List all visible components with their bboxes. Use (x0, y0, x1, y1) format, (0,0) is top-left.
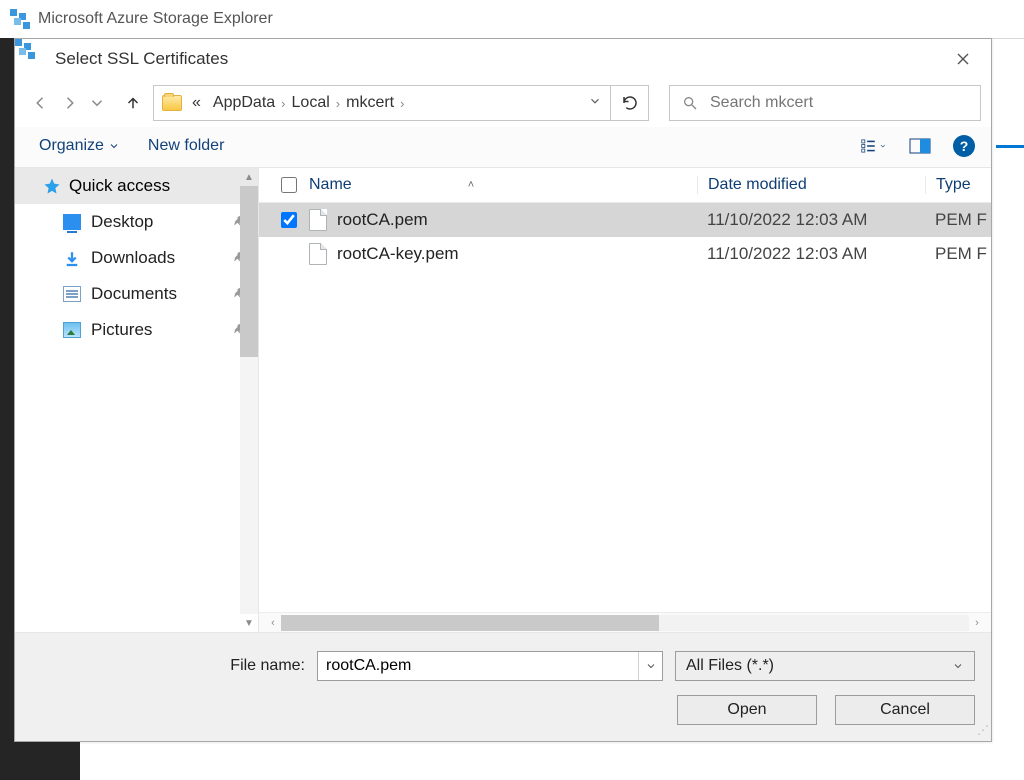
sidebar-scrollbar[interactable]: ▲ ▼ (240, 168, 258, 632)
row-checkbox[interactable] (281, 212, 297, 228)
chevron-down-icon (88, 94, 106, 112)
chevron-down-icon (645, 660, 657, 672)
chevron-left-icon: ‹ (265, 617, 281, 629)
sidebar-item-desktop[interactable]: Desktop (15, 204, 258, 240)
preview-pane-button[interactable] (907, 135, 933, 157)
refresh-icon (621, 94, 639, 112)
chevron-right-icon: › (398, 96, 406, 111)
sidebar-item-label: Documents (91, 284, 177, 304)
new-folder-button[interactable]: New folder (148, 137, 224, 155)
sidebar-item-downloads[interactable]: Downloads (15, 240, 258, 276)
sidebar: Quick access Desktop Downloads Documents Pi… (15, 168, 259, 632)
app-title: Microsoft Azure Storage Explorer (38, 10, 273, 28)
resize-grip-icon[interactable]: ⋰ (977, 727, 989, 739)
nav-recent-dropdown[interactable] (83, 86, 111, 120)
file-name: rootCA.pem (337, 210, 697, 230)
open-button[interactable]: Open (677, 695, 817, 725)
sidebar-item-pictures[interactable]: Pictures (15, 312, 258, 348)
file-name: rootCA-key.pem (337, 244, 697, 264)
file-type: PEM F (925, 210, 991, 230)
download-icon (63, 250, 81, 266)
breadcrumb-prefix: « (192, 94, 201, 112)
file-row[interactable]: rootCA-key.pem11/10/2022 12:03 AMPEM F (259, 237, 991, 271)
arrow-left-icon (32, 94, 50, 112)
breadcrumb[interactable]: « AppData › Local › mkcert › (153, 85, 611, 121)
search-icon (682, 95, 698, 111)
breadcrumb-part[interactable]: mkcert (346, 94, 394, 112)
preview-pane-icon (909, 138, 931, 154)
arrow-right-icon (60, 94, 78, 112)
chevron-down-icon (588, 94, 602, 108)
organize-menu[interactable]: Organize (39, 137, 120, 155)
search-box[interactable] (669, 85, 981, 121)
sidebar-item-label: Downloads (91, 248, 175, 268)
help-button[interactable]: ? (953, 135, 975, 157)
select-all-checkbox[interactable] (281, 177, 297, 193)
breadcrumb-part[interactable]: Local (292, 94, 330, 112)
nav-up-button[interactable] (119, 86, 147, 120)
filename-field[interactable] (317, 651, 663, 681)
nav-back-button[interactable] (27, 86, 55, 120)
app-titlebar: Microsoft Azure Storage Explorer (0, 0, 1024, 38)
desktop-icon (63, 214, 81, 230)
sidebar-item-documents[interactable]: Documents (15, 276, 258, 312)
app-icon (10, 9, 30, 29)
close-button[interactable] (941, 45, 985, 73)
view-list-icon (861, 137, 879, 155)
chevron-down-icon (952, 660, 964, 672)
nav-forward-button[interactable] (55, 86, 83, 120)
docs-icon (63, 286, 81, 302)
file-icon (309, 209, 327, 231)
view-menu[interactable] (861, 135, 887, 157)
chevron-down-icon (108, 140, 120, 152)
horizontal-scrollbar[interactable]: ‹ › (259, 612, 991, 632)
chevron-right-icon: › (969, 617, 985, 629)
star-icon (43, 177, 61, 195)
pics-icon (63, 322, 81, 338)
close-icon (957, 53, 969, 65)
file-date: 11/10/2022 12:03 AM (697, 210, 925, 230)
file-type-filter[interactable]: All Files (*.*) (675, 651, 975, 681)
file-row[interactable]: rootCA.pem11/10/2022 12:03 AMPEM F (259, 203, 991, 237)
file-list: rootCA.pem11/10/2022 12:03 AMPEM FrootCA… (259, 203, 991, 612)
file-date: 11/10/2022 12:03 AM (697, 244, 925, 264)
file-icon (309, 243, 327, 265)
chevron-right-icon: › (334, 96, 342, 111)
chevron-up-icon: ▲ (240, 168, 258, 186)
sidebar-item-label: Desktop (91, 212, 153, 232)
dialog-icon (23, 48, 45, 70)
dialog-title: Select SSL Certificates (55, 49, 228, 69)
sidebar-quick-access[interactable]: Quick access (15, 168, 258, 204)
chevron-down-icon (879, 141, 887, 151)
column-date[interactable]: Date modified (697, 176, 925, 194)
breadcrumb-dropdown[interactable] (588, 94, 602, 113)
breadcrumb-part[interactable]: AppData (213, 94, 275, 112)
chevron-down-icon: ▼ (240, 614, 258, 632)
chevron-right-icon: › (279, 96, 287, 111)
arrow-up-icon (124, 94, 142, 112)
folder-icon (162, 95, 182, 111)
file-type: PEM F (925, 244, 991, 264)
column-headers: Name ˄ Date modified Type (259, 168, 991, 203)
refresh-button[interactable] (611, 85, 649, 121)
column-name[interactable]: Name ˄ (309, 176, 697, 194)
filename-input[interactable] (318, 657, 638, 675)
filename-label: File name: (31, 657, 305, 675)
cancel-button[interactable]: Cancel (835, 695, 975, 725)
search-input[interactable] (710, 94, 968, 112)
file-open-dialog: Select SSL Certificates « AppData › Loca… (14, 38, 992, 742)
filename-dropdown[interactable] (638, 652, 662, 680)
column-type[interactable]: Type (925, 176, 991, 194)
sidebar-item-label: Pictures (91, 320, 152, 340)
sort-asc-icon: ˄ (468, 179, 474, 191)
